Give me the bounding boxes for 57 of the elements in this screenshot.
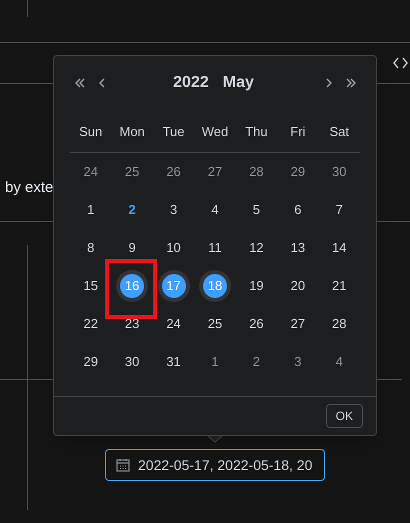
day-cell[interactable]: 24 — [83, 162, 98, 182]
weekday-label: Sun — [79, 123, 102, 141]
calendar-icon — [116, 458, 130, 472]
day-cell[interactable]: 26 — [166, 162, 181, 182]
day-cell[interactable]: 23 — [124, 314, 140, 334]
day-cell[interactable]: 20 — [290, 276, 306, 296]
weekday-label: Sat — [330, 123, 350, 141]
day-cell[interactable]: 19 — [249, 276, 264, 296]
day-cell[interactable]: 13 — [290, 238, 306, 258]
year-label[interactable]: 2022 — [173, 71, 209, 95]
day-cell[interactable]: 21 — [332, 276, 346, 296]
day-cell[interactable]: 5 — [252, 200, 260, 220]
day-cell[interactable]: 31 — [166, 352, 181, 372]
day-cell[interactable]: 29 — [83, 352, 98, 372]
day-cell[interactable]: 11 — [208, 238, 222, 258]
day-cell[interactable]: 30 — [332, 162, 346, 182]
weekday-label: Fri — [290, 123, 306, 141]
double-chevron-left-icon[interactable] — [75, 78, 85, 88]
day-cell[interactable]: 24 — [166, 314, 181, 334]
day-cell[interactable]: 3 — [294, 352, 302, 372]
day-cell[interactable]: 22 — [83, 314, 98, 334]
table-cell-text: by exte — [5, 178, 54, 198]
code-icon[interactable] — [393, 57, 408, 69]
day-cell[interactable]: 12 — [249, 238, 264, 258]
day-cell[interactable]: 1 — [87, 200, 94, 220]
day-cell[interactable]: 4 — [211, 200, 219, 220]
weekday-label: Mon — [119, 123, 145, 141]
ok-button[interactable]: OK — [326, 404, 363, 428]
day-cell[interactable]: 6 — [294, 200, 302, 220]
day-cell[interactable]: 4 — [336, 352, 343, 372]
weekday-label: Tue — [162, 123, 185, 141]
day-cell[interactable]: 2 — [252, 352, 260, 372]
day-cell[interactable]: 2 — [128, 200, 136, 220]
day-cell[interactable]: 27 — [208, 162, 222, 182]
chevron-right-icon[interactable] — [326, 78, 332, 88]
day-cell[interactable]: 26 — [249, 314, 264, 334]
day-cell[interactable]: 15 — [83, 276, 98, 296]
day-cell[interactable]: 25 — [124, 162, 140, 182]
day-cell[interactable]: 30 — [124, 352, 140, 372]
date-input-field[interactable]: 2022-05-17, 2022-05-18, 20 — [105, 449, 325, 481]
weekday-label: Thu — [245, 123, 268, 141]
double-chevron-right-icon[interactable] — [346, 78, 356, 88]
day-cell[interactable]: 10 — [166, 238, 181, 258]
month-label[interactable]: May — [222, 71, 254, 95]
day-cell[interactable]: 14 — [332, 238, 346, 258]
day-cell[interactable]: 29 — [290, 162, 306, 182]
weekday-label: Wed — [202, 123, 228, 141]
day-cell[interactable]: 1 — [211, 352, 219, 372]
day-cell[interactable]: 27 — [290, 314, 306, 334]
day-cell[interactable]: 25 — [208, 314, 222, 334]
day-cell[interactable]: 8 — [87, 238, 94, 258]
day-cell[interactable]: 9 — [128, 238, 136, 258]
day-cell[interactable]: 28 — [332, 314, 346, 334]
chevron-left-icon[interactable] — [99, 78, 105, 88]
day-cell[interactable]: 7 — [336, 200, 343, 220]
day-cell[interactable]: 3 — [170, 200, 178, 220]
day-cell[interactable]: 28 — [249, 162, 264, 182]
